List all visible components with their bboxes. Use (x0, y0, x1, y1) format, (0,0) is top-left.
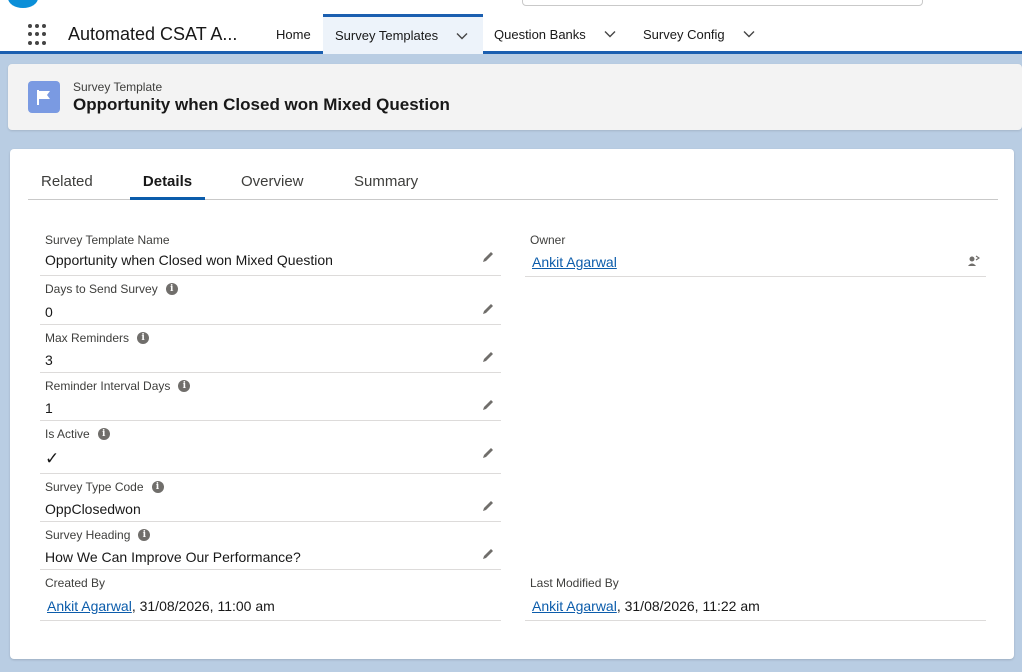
field-last-modified-by: Last Modified By Ankit Agarwal, 31/08/20… (525, 570, 986, 621)
global-header (0, 0, 1022, 14)
field-value: Ankit Agarwal, 31/08/2026, 11:00 am (47, 598, 275, 614)
field-max-reminders: Max Reminders i 3 (40, 325, 501, 373)
nav-item-question-banks[interactable]: Question Banks (482, 14, 628, 54)
tab-bar: Related Details Overview Summary (28, 149, 998, 200)
field-value: 1 (45, 400, 53, 416)
field-label: Survey Template Name (45, 233, 170, 247)
field-value: Opportunity when Closed won Mixed Questi… (45, 252, 333, 268)
field-owner: Owner Ankit Agarwal (525, 227, 986, 277)
field-label: Created By (45, 576, 106, 590)
record-header: Survey Template Opportunity when Closed … (8, 64, 1022, 130)
field-label: Is Active i (45, 427, 110, 441)
field-value: OppClosedwon (45, 501, 141, 517)
tab-related[interactable]: Related (41, 173, 93, 200)
field-survey-type-code: Survey Type Code i OppClosedwon (40, 474, 501, 522)
field-label-text: Reminder Interval Days (45, 379, 171, 393)
checkmark-icon: ✓ (45, 449, 60, 468)
app-name: Automated CSAT A... (68, 24, 238, 44)
field-label: Last Modified By (530, 576, 619, 590)
grid-icon[interactable] (28, 24, 50, 46)
field-survey-template-name: Survey Template Name Opportunity when Cl… (40, 227, 501, 276)
nav-item-label: Survey Config (643, 26, 725, 42)
field-value: Ankit Agarwal, 31/08/2026, 11:22 am (532, 598, 760, 614)
nav-item-label: Home (276, 26, 311, 42)
field-label-text: Days to Send Survey (45, 282, 158, 296)
info-icon[interactable]: i (178, 380, 191, 392)
field-value: 0 (45, 304, 53, 320)
info-icon[interactable]: i (138, 529, 151, 541)
page-title: Opportunity when Closed won Mixed Questi… (73, 95, 450, 114)
pencil-icon[interactable] (481, 250, 495, 264)
field-is-active: Is Active i ✓ (40, 421, 501, 474)
info-icon[interactable]: i (97, 428, 110, 440)
owner-link[interactable]: Ankit Agarwal (532, 254, 617, 270)
field-label-text: Max Reminders (45, 331, 130, 345)
chevron-down-icon[interactable] (743, 28, 755, 40)
field-created-by: Created By Ankit Agarwal, 31/08/2026, 11… (40, 570, 501, 621)
field-value: 3 (45, 352, 53, 368)
tab-overview[interactable]: Overview (241, 173, 304, 200)
field-label: Survey Heading i (45, 528, 151, 542)
timestamp: , 31/08/2026, 11:22 am (616, 598, 760, 614)
nav-item-home[interactable]: Home (264, 14, 323, 54)
info-icon[interactable]: i (165, 283, 178, 295)
field-survey-heading: Survey Heading i How We Can Improve Our … (40, 522, 501, 570)
field-reminder-interval-days: Reminder Interval Days i 1 (40, 373, 501, 421)
nav-item-label: Survey Templates (335, 28, 439, 43)
user-link[interactable]: Ankit Agarwal (47, 598, 132, 614)
tab-details[interactable]: Details (130, 173, 205, 200)
field-label: Days to Send Survey i (45, 282, 178, 296)
global-search-input[interactable] (522, 0, 923, 6)
tab-summary[interactable]: Summary (354, 173, 418, 200)
pencil-icon[interactable] (481, 302, 495, 316)
record-type-label: Survey Template (73, 80, 163, 94)
field-label-text: Survey Type Code (45, 480, 144, 494)
pencil-icon[interactable] (481, 446, 495, 460)
field-label-text: Is Active (45, 427, 90, 441)
chevron-down-icon[interactable] (456, 30, 468, 42)
nav-item-label: Question Banks (494, 26, 586, 42)
pencil-icon[interactable] (481, 499, 495, 513)
record-detail-card: Related Details Overview Summary Survey … (10, 149, 1014, 659)
info-icon[interactable]: i (151, 481, 164, 493)
field-label: Owner (530, 233, 566, 247)
flag-icon (28, 81, 60, 113)
field-value: Ankit Agarwal (532, 254, 617, 270)
pencil-icon[interactable] (481, 547, 495, 561)
change-owner-icon[interactable] (966, 254, 980, 268)
info-icon[interactable]: i (137, 332, 150, 344)
nav-item-survey-templates[interactable]: Survey Templates (323, 14, 483, 54)
user-link[interactable]: Ankit Agarwal (532, 598, 617, 614)
pencil-icon[interactable] (481, 398, 495, 412)
salesforce-logo[interactable] (8, 0, 38, 8)
app-nav-bar: Automated CSAT A... Home Survey Template… (0, 14, 1022, 54)
pencil-icon[interactable] (481, 350, 495, 364)
field-value: How We Can Improve Our Performance? (45, 549, 301, 565)
field-label-text: Survey Heading (45, 528, 131, 542)
field-days-to-send-survey: Days to Send Survey i 0 (40, 276, 501, 325)
timestamp: , 31/08/2026, 11:00 am (131, 598, 275, 614)
field-label: Survey Type Code i (45, 480, 164, 494)
field-label: Max Reminders i (45, 331, 150, 345)
nav-item-survey-config[interactable]: Survey Config (631, 14, 767, 54)
field-label: Reminder Interval Days i (45, 379, 191, 393)
chevron-down-icon[interactable] (604, 28, 616, 40)
